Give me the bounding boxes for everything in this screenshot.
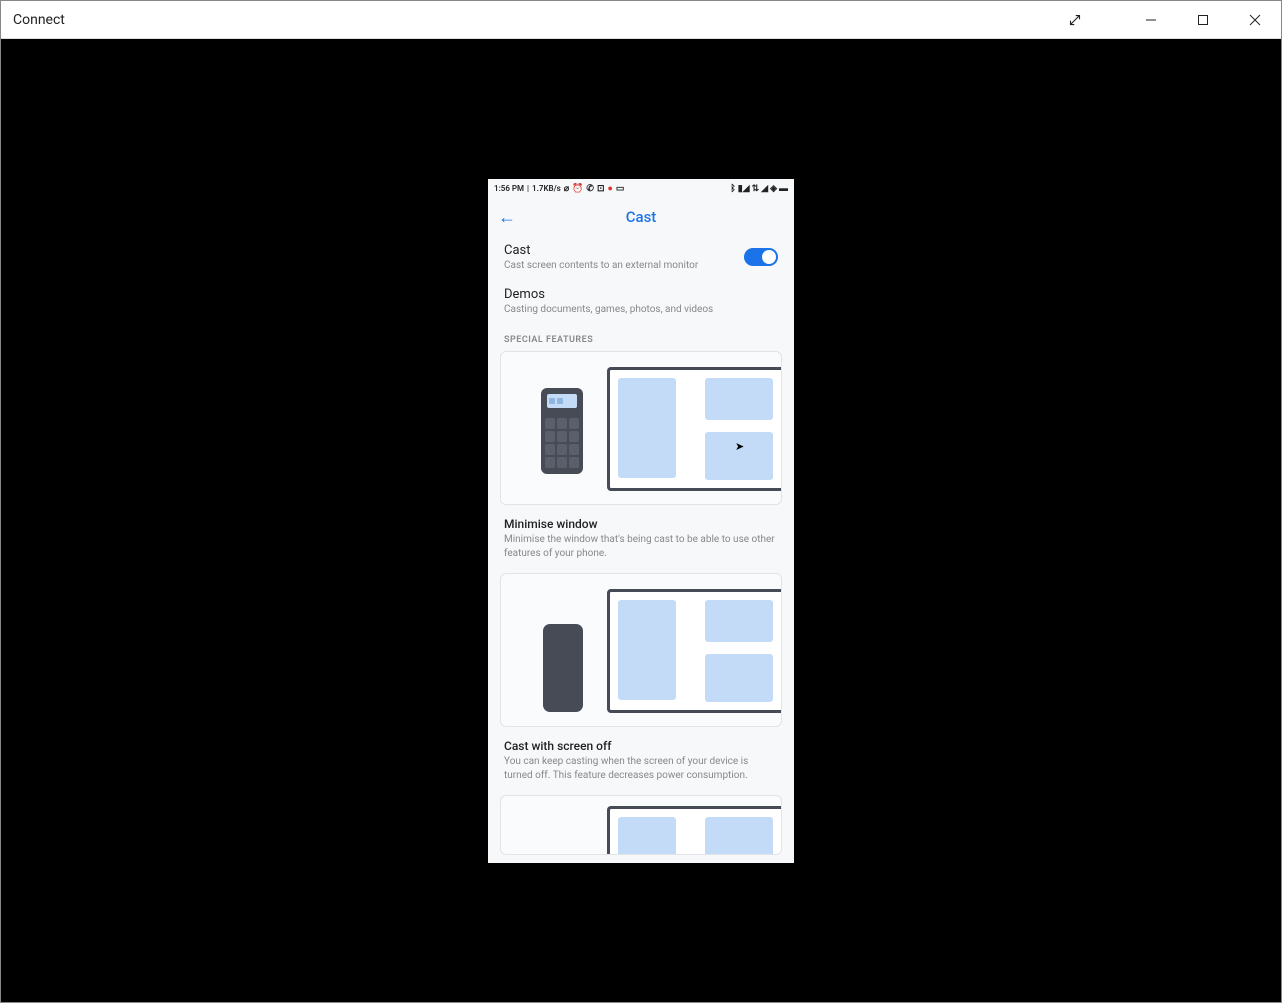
monitor-illustration (607, 367, 781, 491)
back-button[interactable]: ← (498, 207, 516, 228)
demos-title: Demos (504, 287, 713, 302)
cast-screen-off-card (500, 573, 782, 727)
monitor-illustration-3 (607, 806, 781, 855)
cast-screen-off-title: Cast with screen off (490, 735, 792, 755)
maximize-button[interactable] (1177, 1, 1229, 38)
signal-icon: ▮◢ (738, 184, 750, 194)
app-window: Connect 1:56 PM | 1.7KB/s ⌀ (0, 0, 1282, 1003)
special-features-label: SPECIAL FEATURES (490, 323, 792, 351)
cursor-icon: ➤ (735, 440, 744, 453)
cast-title: Cast (504, 243, 698, 258)
wifi-icon: ◈ (770, 184, 777, 194)
alarm-icon: ⏰ (572, 184, 583, 194)
cast-row[interactable]: Cast Cast screen contents to an external… (490, 235, 792, 279)
youtube-icon: ▭ (616, 184, 625, 194)
battery-icon: ▬ (779, 183, 788, 194)
close-button[interactable] (1229, 1, 1281, 38)
client-area: 1:56 PM | 1.7KB/s ⌀ ⏰ ✆ ⊡ ● ▭ ᛒ ▮◢ ⇅ ◢ ◈… (1, 39, 1281, 1002)
minimise-window-title: Minimise window (490, 513, 792, 533)
cast-desc: Cast screen contents to an external moni… (504, 260, 698, 271)
status-time: 1:56 PM (494, 184, 524, 193)
minimise-window-card: ➤ (500, 351, 782, 505)
bluetooth-icon: ᛒ (730, 184, 735, 194)
whatsapp-icon: ✆ (586, 184, 594, 194)
demos-row[interactable]: Demos Casting documents, games, photos, … (490, 279, 792, 323)
phone-off-illustration (543, 624, 583, 712)
data-icon: ⇅ (752, 184, 760, 194)
status-speed: 1.7KB/s (532, 184, 561, 193)
window-controls (1055, 1, 1281, 38)
cast-screen-off-desc: You can keep casting when the screen of … (490, 755, 792, 795)
phone-statusbar: 1:56 PM | 1.7KB/s ⌀ ⏰ ✆ ⊡ ● ▭ ᛒ ▮◢ ⇅ ◢ ◈… (488, 179, 794, 199)
status-icon: ⊡ (597, 184, 605, 194)
signal2-icon: ◢ (761, 184, 768, 194)
remote-illustration (541, 388, 583, 474)
minimise-window-desc: Minimise the window that's being cast to… (490, 533, 792, 573)
monitor-illustration-2 (607, 589, 781, 713)
expand-icon[interactable] (1055, 1, 1095, 38)
titlebar: Connect (1, 1, 1281, 39)
cast-toggle[interactable] (744, 248, 778, 266)
phone-screen[interactable]: 1:56 PM | 1.7KB/s ⌀ ⏰ ✆ ⊡ ● ▭ ᛒ ▮◢ ⇅ ◢ ◈… (488, 179, 794, 863)
mute-icon: ⌀ (564, 184, 569, 194)
third-feature-card (500, 795, 782, 855)
minimize-button[interactable] (1125, 1, 1177, 38)
phone-header: ← Cast (488, 199, 794, 235)
window-title: Connect (13, 12, 65, 28)
demos-desc: Casting documents, games, photos, and vi… (504, 304, 713, 315)
record-icon: ● (607, 183, 612, 194)
page-title: Cast (626, 208, 657, 226)
